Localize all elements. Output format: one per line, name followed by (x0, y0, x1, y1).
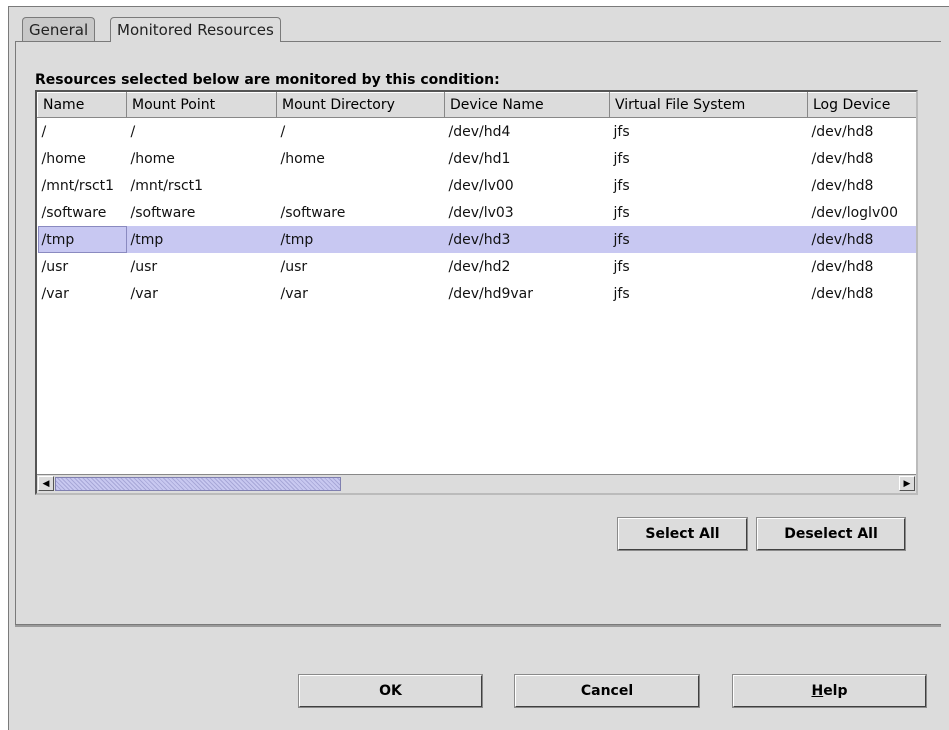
help-hotkey: H (811, 683, 824, 699)
table-cell[interactable]: jfs (609, 226, 808, 253)
resources-grid: Name Mount Point Mount Directory Device … (37, 92, 917, 307)
column-header-mount-directory[interactable]: Mount Directory (276, 92, 445, 118)
help-button[interactable]: Help (732, 674, 927, 708)
table-cell[interactable]: /dev/hd2 (445, 253, 610, 280)
table-cell[interactable]: /software (38, 199, 127, 226)
table-cell[interactable]: /usr (38, 253, 127, 280)
deselect-all-button[interactable]: Deselect All (756, 517, 906, 551)
resources-caption: Resources selected below are monitored b… (35, 72, 500, 88)
horizontal-scrollbar[interactable]: ◀ ▶ (37, 474, 916, 493)
table-cell[interactable]: /tmp (276, 226, 445, 253)
table-cell[interactable]: /mnt/rsct1 (127, 172, 277, 199)
table-cell[interactable]: /dev/lv00 (445, 172, 610, 199)
column-header-mount-point[interactable]: Mount Point (126, 92, 277, 118)
column-header-device-name[interactable]: Device Name (444, 92, 610, 118)
table-cell[interactable]: jfs (610, 172, 808, 199)
table-cell[interactable]: /dev/loglv00 (808, 199, 917, 226)
tab-monitored-resources[interactable]: Monitored Resources (110, 17, 281, 42)
table-cell[interactable]: /software (277, 199, 445, 226)
ok-button[interactable]: OK (298, 674, 483, 708)
column-header-virtual-file-system[interactable]: Virtual File System (609, 92, 808, 118)
table-cell[interactable]: /home (277, 145, 445, 172)
table-cell[interactable]: /tmp (37, 226, 127, 253)
tab-general[interactable]: General (22, 17, 96, 42)
column-header-log-device[interactable]: Log Device (807, 92, 916, 118)
table-header-row: Name Mount Point Mount Directory Device … (37, 92, 916, 118)
table-cell[interactable]: /dev/hd8 (808, 280, 917, 307)
table-cell[interactable]: /var (38, 280, 127, 307)
select-all-button[interactable]: Select All (617, 517, 748, 551)
table-cell[interactable]: / (277, 118, 445, 146)
scrollbar-thumb[interactable] (55, 477, 341, 491)
table-cell[interactable]: /tmp (126, 226, 277, 253)
table-cell[interactable]: /dev/hd8 (808, 172, 917, 199)
table-cell[interactable]: /home (127, 145, 277, 172)
table-cell[interactable]: /software (127, 199, 277, 226)
help-label: elp (823, 683, 848, 699)
table-cell[interactable] (277, 172, 445, 199)
table-cell[interactable]: /dev/hd4 (445, 118, 610, 146)
table-cell[interactable]: /dev/hd9var (445, 280, 610, 307)
table-row[interactable]: /mnt/rsct1/mnt/rsct1/dev/lv00 jfs/dev/hd8 (38, 172, 917, 199)
resources-table: Name Mount Point Mount Directory Device … (35, 90, 918, 495)
table-cell[interactable]: /mnt/rsct1 (38, 172, 127, 199)
table-row[interactable]: /software/software/software/dev/lv03 jfs /… (38, 199, 917, 226)
table-row[interactable]: /var/var/var/dev/hd9var jfs/dev/hd8 (38, 280, 917, 307)
table-cell[interactable]: /var (277, 280, 445, 307)
scroll-left-icon[interactable]: ◀ (38, 476, 54, 491)
table-cell[interactable]: jfs (610, 280, 808, 307)
table-cell[interactable]: /dev/hd8 (807, 226, 916, 253)
column-header-name[interactable]: Name (37, 92, 127, 118)
table-row[interactable]: /home/home/home/dev/hd1 jfs/dev/hd8 (38, 145, 917, 172)
table-cell[interactable]: /usr (127, 253, 277, 280)
table-cell[interactable]: / (127, 118, 277, 146)
table-cell[interactable]: jfs (610, 145, 808, 172)
table-cell[interactable]: /dev/hd1 (445, 145, 610, 172)
table-cell[interactable]: /dev/hd8 (808, 253, 917, 280)
panel-divider (15, 625, 941, 627)
table-row[interactable]: /usr/usr/usr/dev/hd2 jfs/dev/hd8 (38, 253, 917, 280)
table-cell[interactable]: /dev/hd8 (808, 118, 917, 146)
table-cell[interactable]: /dev/hd3 (444, 226, 610, 253)
table-cell[interactable]: /dev/lv03 (445, 199, 610, 226)
table-cell[interactable]: jfs (610, 118, 808, 146)
table-cell[interactable]: jfs (610, 199, 808, 226)
table-cell[interactable]: /home (38, 145, 127, 172)
table-cell[interactable]: / (38, 118, 127, 146)
cancel-button[interactable]: Cancel (514, 674, 700, 708)
table-row[interactable]: / / //dev/hd4 jfs/dev/hd8 (38, 118, 917, 146)
table-cell[interactable]: /usr (277, 253, 445, 280)
table-cell[interactable]: /var (127, 280, 277, 307)
table-cell[interactable]: /dev/hd8 (808, 145, 917, 172)
table-row[interactable]: /tmp/tmp/tmp/dev/hd3 jfs/dev/hd8 (37, 226, 916, 253)
scroll-right-icon[interactable]: ▶ (899, 476, 915, 491)
table-cell[interactable]: jfs (610, 253, 808, 280)
